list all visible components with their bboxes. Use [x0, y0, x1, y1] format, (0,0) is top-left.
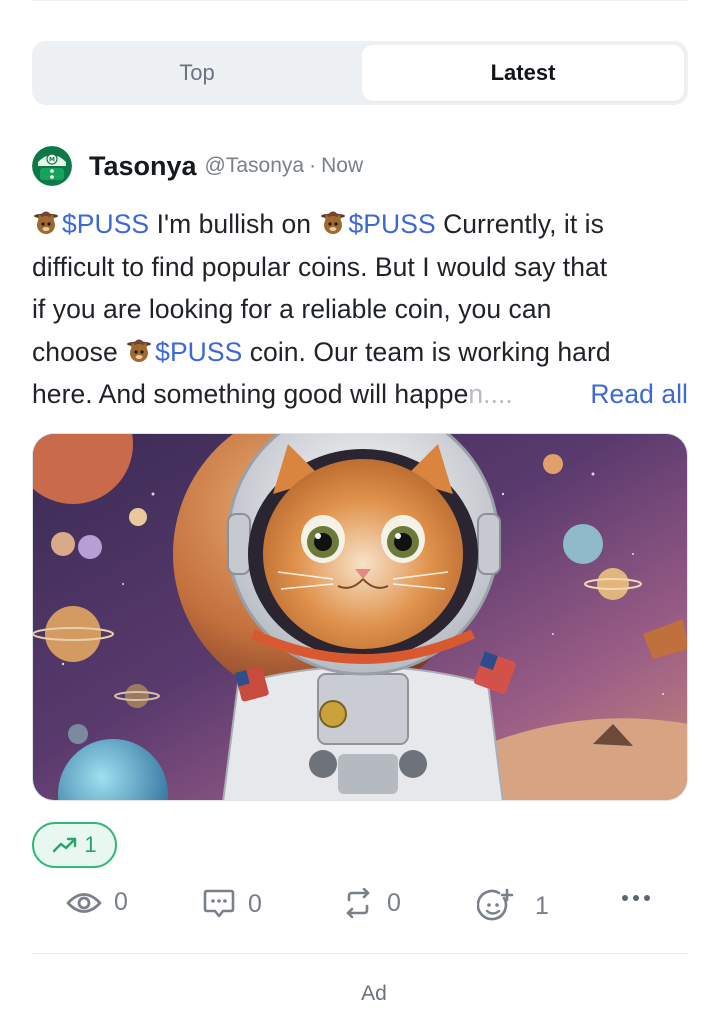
more-options-button[interactable] [620, 888, 652, 908]
repost-button[interactable]: 0 [341, 888, 401, 918]
post-line-5: here. And something good will happen....… [32, 373, 692, 416]
author-handle[interactable]: @Tasonya [205, 154, 305, 178]
post-text-segment: choose [32, 336, 126, 367]
post-line-4: choose $PUSS coin. Our team is working h… [32, 331, 692, 374]
svg-text:M: M [49, 157, 55, 164]
trending-chip[interactable]: 1 [32, 822, 117, 868]
tab-latest[interactable]: Latest [362, 45, 684, 101]
cowboy-cat-emoji-icon [34, 211, 58, 234]
post-actions: 0 0 0 1 [0, 888, 720, 928]
comment-icon [203, 889, 235, 918]
eye-icon [66, 892, 102, 913]
meta-separator: · [309, 154, 317, 177]
add-reaction-icon [477, 888, 514, 921]
author-name[interactable]: Tasonya [89, 151, 197, 182]
post-line-1: $PUSS I'm bullish on $PUSS Currently, it… [32, 203, 692, 246]
post-text-segment: I'm bullish on [149, 209, 319, 239]
more-options-icon [622, 895, 650, 901]
cashtag-puss[interactable]: $PUSS [349, 209, 436, 239]
post-line-3: if you are looking for a reliable coin, … [32, 294, 552, 324]
post-text-segment: here. And something good will happe [32, 379, 469, 409]
repost-icon [346, 888, 370, 918]
post-timestamp: Now [321, 154, 364, 177]
comments-count: 0 [248, 889, 262, 918]
repost-count: 0 [387, 888, 401, 917]
trending-up-icon [53, 837, 77, 853]
post-line-2: difficult to find popular coins. But I w… [32, 251, 608, 282]
react-button[interactable]: 1 [477, 888, 549, 924]
post-header: M Tasonya @Tasonya · Now [32, 145, 363, 187]
tab-top[interactable]: Top [36, 45, 358, 101]
comments-button[interactable]: 0 [202, 888, 262, 920]
ad-label: Ad [361, 982, 387, 1005]
green-pixel-avatar-icon[interactable]: M [32, 146, 72, 186]
cowboy-cat-emoji-icon [127, 339, 152, 362]
feed-tabs: Top Latest [32, 41, 688, 105]
reactions-count: 1 [535, 891, 549, 920]
views-button[interactable]: 0 [66, 888, 128, 917]
post-divider [32, 953, 688, 954]
cowboy-cat-emoji-icon [320, 211, 345, 234]
astronaut-cat-space-image[interactable] [32, 433, 688, 801]
cashtag-puss[interactable]: $PUSS [62, 209, 149, 239]
post-text-segment: coin. Our team is working hard [242, 336, 611, 367]
read-all-link[interactable]: Read all [590, 373, 688, 416]
post-text-segment: Currently, it is [435, 209, 604, 239]
cashtag-puss[interactable]: $PUSS [155, 337, 242, 367]
truncation-fade: n.... [468, 379, 513, 409]
top-divider [32, 0, 688, 1]
trending-count: 1 [84, 832, 97, 857]
views-count: 0 [114, 888, 128, 916]
post-text: $PUSS I'm bullish on $PUSS Currently, it… [32, 203, 692, 416]
